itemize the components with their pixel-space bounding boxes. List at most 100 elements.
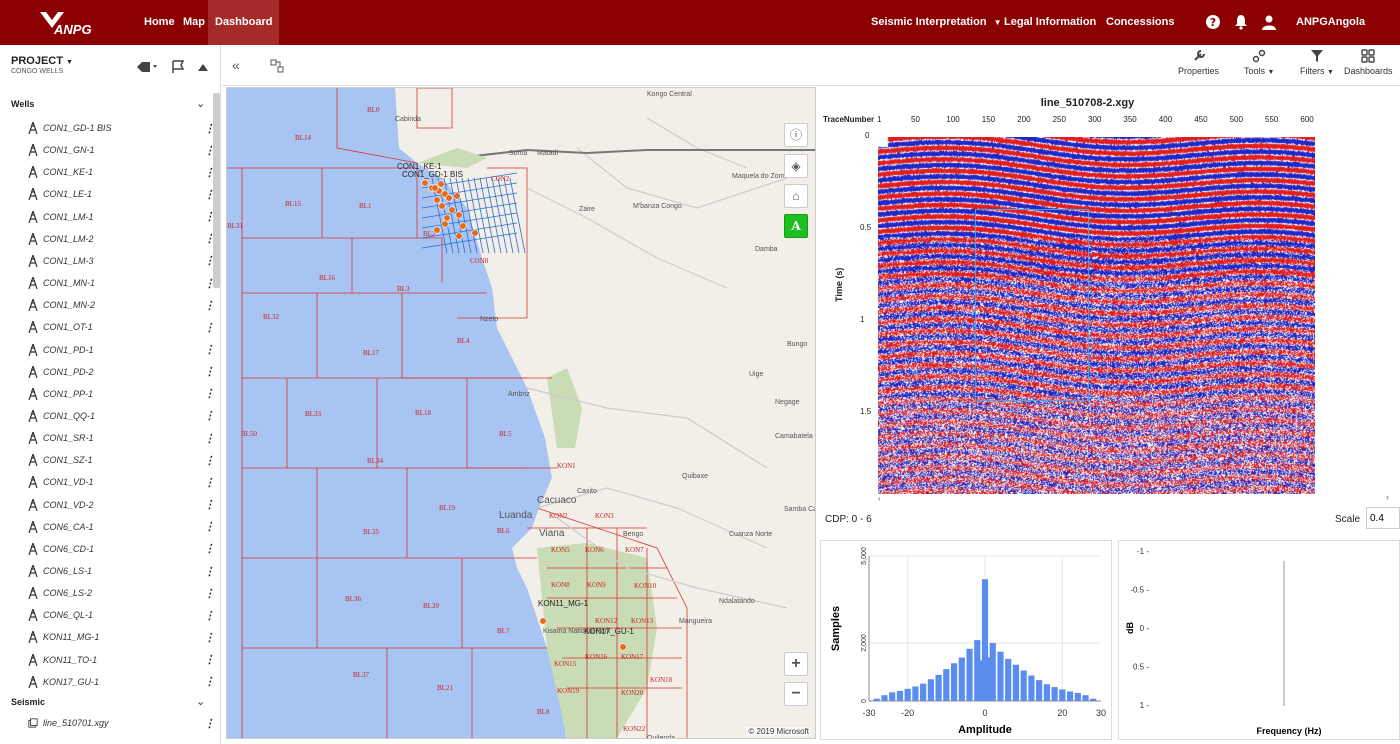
kebab-menu-icon[interactable]: ⋮ bbox=[204, 653, 215, 666]
well-item[interactable]: CON1_KE-1 ⋮ bbox=[28, 164, 215, 180]
kebab-menu-icon[interactable]: ⋮ bbox=[204, 299, 215, 312]
kebab-menu-icon[interactable]: ⋮ bbox=[204, 587, 215, 600]
well-item[interactable]: CON1_GN-1 ⋮ bbox=[28, 142, 215, 158]
user-icon[interactable] bbox=[1261, 14, 1277, 30]
well-item[interactable]: CON1_SZ-1 ⋮ bbox=[28, 452, 215, 468]
help-icon[interactable]: ? bbox=[1205, 14, 1221, 30]
chevron-down-icon[interactable]: ⌄ bbox=[196, 97, 205, 110]
well-marker[interactable] bbox=[437, 180, 445, 188]
seismic-item[interactable]: line_510701.xgy ⋮ bbox=[28, 715, 215, 731]
well-item[interactable]: CON1_MN-1 ⋮ bbox=[28, 275, 215, 291]
well-item[interactable]: CON6_LS-1 ⋮ bbox=[28, 563, 215, 579]
kebab-menu-icon[interactable]: ⋮ bbox=[204, 343, 215, 356]
kebab-menu-icon[interactable]: ⋮ bbox=[204, 609, 215, 622]
home-icon[interactable]: ⌂ bbox=[784, 184, 808, 208]
dashboards-button[interactable]: Dashboards bbox=[1344, 49, 1393, 76]
well-item[interactable]: CON1_VD-1 ⋮ bbox=[28, 474, 215, 490]
well-item[interactable]: CON1_OT-1 ⋮ bbox=[28, 319, 215, 335]
well-item[interactable]: CON1_LM-2 ⋮ bbox=[28, 231, 215, 247]
well-item[interactable]: KON11_MG-1 ⋮ bbox=[28, 629, 215, 645]
zoom-out-button[interactable]: − bbox=[784, 682, 808, 706]
well-marker[interactable] bbox=[443, 214, 451, 222]
well-item[interactable]: KON11_TO-1 ⋮ bbox=[28, 652, 215, 668]
nav-dashboard[interactable]: Dashboard bbox=[208, 0, 280, 45]
chevron-down-icon[interactable]: ⌄ bbox=[196, 695, 205, 708]
filters-button[interactable]: Filters ▼ bbox=[1300, 49, 1334, 76]
scale-input[interactable] bbox=[1366, 507, 1400, 529]
kebab-menu-icon[interactable]: ⋮ bbox=[204, 520, 215, 533]
well-item[interactable]: CON1_LM-1 ⋮ bbox=[28, 209, 215, 225]
collapse-left-icon[interactable]: « bbox=[232, 57, 240, 73]
kebab-menu-icon[interactable]: ⋮ bbox=[204, 565, 215, 578]
well-item[interactable]: CON1_PD-2 ⋮ bbox=[28, 364, 215, 380]
kebab-menu-icon[interactable]: ⋮ bbox=[204, 387, 215, 400]
bell-icon[interactable] bbox=[1233, 14, 1249, 30]
layers-icon[interactable]: ◈ bbox=[784, 154, 808, 178]
kebab-menu-icon[interactable]: ⋮ bbox=[204, 432, 215, 445]
kebab-menu-icon[interactable]: ⋮ bbox=[204, 631, 215, 644]
well-item[interactable]: CON1_LE-1 ⋮ bbox=[28, 186, 215, 202]
anpg-logo[interactable]: ANPG bbox=[38, 10, 98, 38]
nav-home[interactable]: Home bbox=[144, 0, 175, 45]
well-marker[interactable] bbox=[438, 202, 446, 210]
well-item[interactable]: CON1_VD-2 ⋮ bbox=[28, 497, 215, 513]
kebab-menu-icon[interactable]: ⋮ bbox=[204, 476, 215, 489]
nav-seismic-interpretation[interactable]: Seismic Interpretation ▼ bbox=[871, 0, 1002, 45]
well-item[interactable]: KON17_GU-1 ⋮ bbox=[28, 674, 215, 690]
user-name[interactable]: ANPGAngola bbox=[1296, 0, 1365, 45]
kebab-menu-icon[interactable]: ⋮ bbox=[204, 409, 215, 422]
well-marker[interactable] bbox=[471, 229, 479, 237]
well-item[interactable]: CON1_GD-1 BIS ⋮ bbox=[28, 120, 215, 136]
collapse-up-icon[interactable] bbox=[197, 62, 209, 72]
nav-concessions[interactable]: Concessions bbox=[1106, 0, 1174, 45]
seismic-section-title[interactable]: Seismic bbox=[11, 697, 45, 707]
selection-box[interactable] bbox=[975, 209, 1089, 401]
well-item[interactable]: CON1_SR-1 ⋮ bbox=[28, 430, 215, 446]
map-canvas[interactable]: Kongo CentralCabindaSoma MatadiMaquela do… bbox=[227, 88, 816, 739]
well-item[interactable]: CON6_QL-1 ⋮ bbox=[28, 607, 215, 623]
well-item[interactable]: CON1_QQ-1 ⋮ bbox=[28, 408, 215, 424]
well-marker[interactable] bbox=[421, 179, 429, 187]
horizontal-scrollbar[interactable]: ‹ bbox=[878, 494, 1315, 503]
well-marker[interactable] bbox=[448, 206, 456, 214]
well-item[interactable]: CON1_PD-1 ⋮ bbox=[28, 342, 215, 358]
well-marker[interactable] bbox=[441, 220, 449, 228]
well-item[interactable]: CON6_LS-2 ⋮ bbox=[28, 585, 215, 601]
annotation-a-button[interactable]: A bbox=[784, 214, 808, 238]
well-item[interactable]: CON1_MN-2 ⋮ bbox=[28, 297, 215, 313]
zoom-in-button[interactable]: + bbox=[784, 652, 808, 676]
properties-button[interactable]: Properties bbox=[1178, 49, 1219, 76]
well-item[interactable]: CON6_CD-1 ⋮ bbox=[28, 541, 215, 557]
nav-map[interactable]: Map bbox=[183, 0, 205, 45]
well-item[interactable]: CON1_PP-1 ⋮ bbox=[28, 386, 215, 402]
kebab-menu-icon[interactable]: ⋮ bbox=[204, 365, 215, 378]
filter-flag-icon[interactable] bbox=[171, 60, 185, 74]
well-marker[interactable] bbox=[455, 232, 463, 240]
map-view[interactable]: Kongo Central Cabinda Soma Matadi Maquela do… bbox=[226, 87, 816, 739]
scroll-right-icon[interactable]: › bbox=[1386, 492, 1389, 502]
kebab-menu-icon[interactable]: ⋮ bbox=[204, 717, 215, 730]
nav-legal-information[interactable]: Legal Information bbox=[1004, 0, 1096, 45]
well-marker[interactable] bbox=[539, 617, 547, 625]
sidebar-scrollbar[interactable] bbox=[213, 93, 220, 288]
well-item[interactable]: CON1_LM-3 ⋮ bbox=[28, 253, 215, 269]
well-marker[interactable] bbox=[459, 222, 467, 230]
wells-section-title[interactable]: Wells bbox=[11, 99, 34, 109]
kebab-menu-icon[interactable]: ⋮ bbox=[204, 675, 215, 688]
layout-icon[interactable] bbox=[270, 59, 284, 73]
well-marker[interactable] bbox=[453, 192, 461, 200]
kebab-menu-icon[interactable]: ⋮ bbox=[204, 542, 215, 555]
well-item[interactable]: CON6_CA-1 ⋮ bbox=[28, 519, 215, 535]
project-selector[interactable]: PROJECT ▼ bbox=[11, 55, 73, 67]
well-marker[interactable] bbox=[433, 196, 441, 204]
kebab-menu-icon[interactable]: ⋮ bbox=[204, 321, 215, 334]
kebab-menu-icon[interactable]: ⋮ bbox=[204, 498, 215, 511]
tools-button[interactable]: Tools ▼ bbox=[1244, 49, 1274, 76]
well-marker[interactable] bbox=[433, 226, 441, 234]
well-marker[interactable] bbox=[619, 643, 627, 651]
seismic-image[interactable] bbox=[878, 137, 1315, 494]
kebab-menu-icon[interactable]: ⋮ bbox=[204, 454, 215, 467]
tag-icon[interactable] bbox=[136, 61, 158, 73]
info-icon[interactable]: ⓘ bbox=[784, 123, 808, 147]
well-marker[interactable] bbox=[455, 211, 463, 219]
